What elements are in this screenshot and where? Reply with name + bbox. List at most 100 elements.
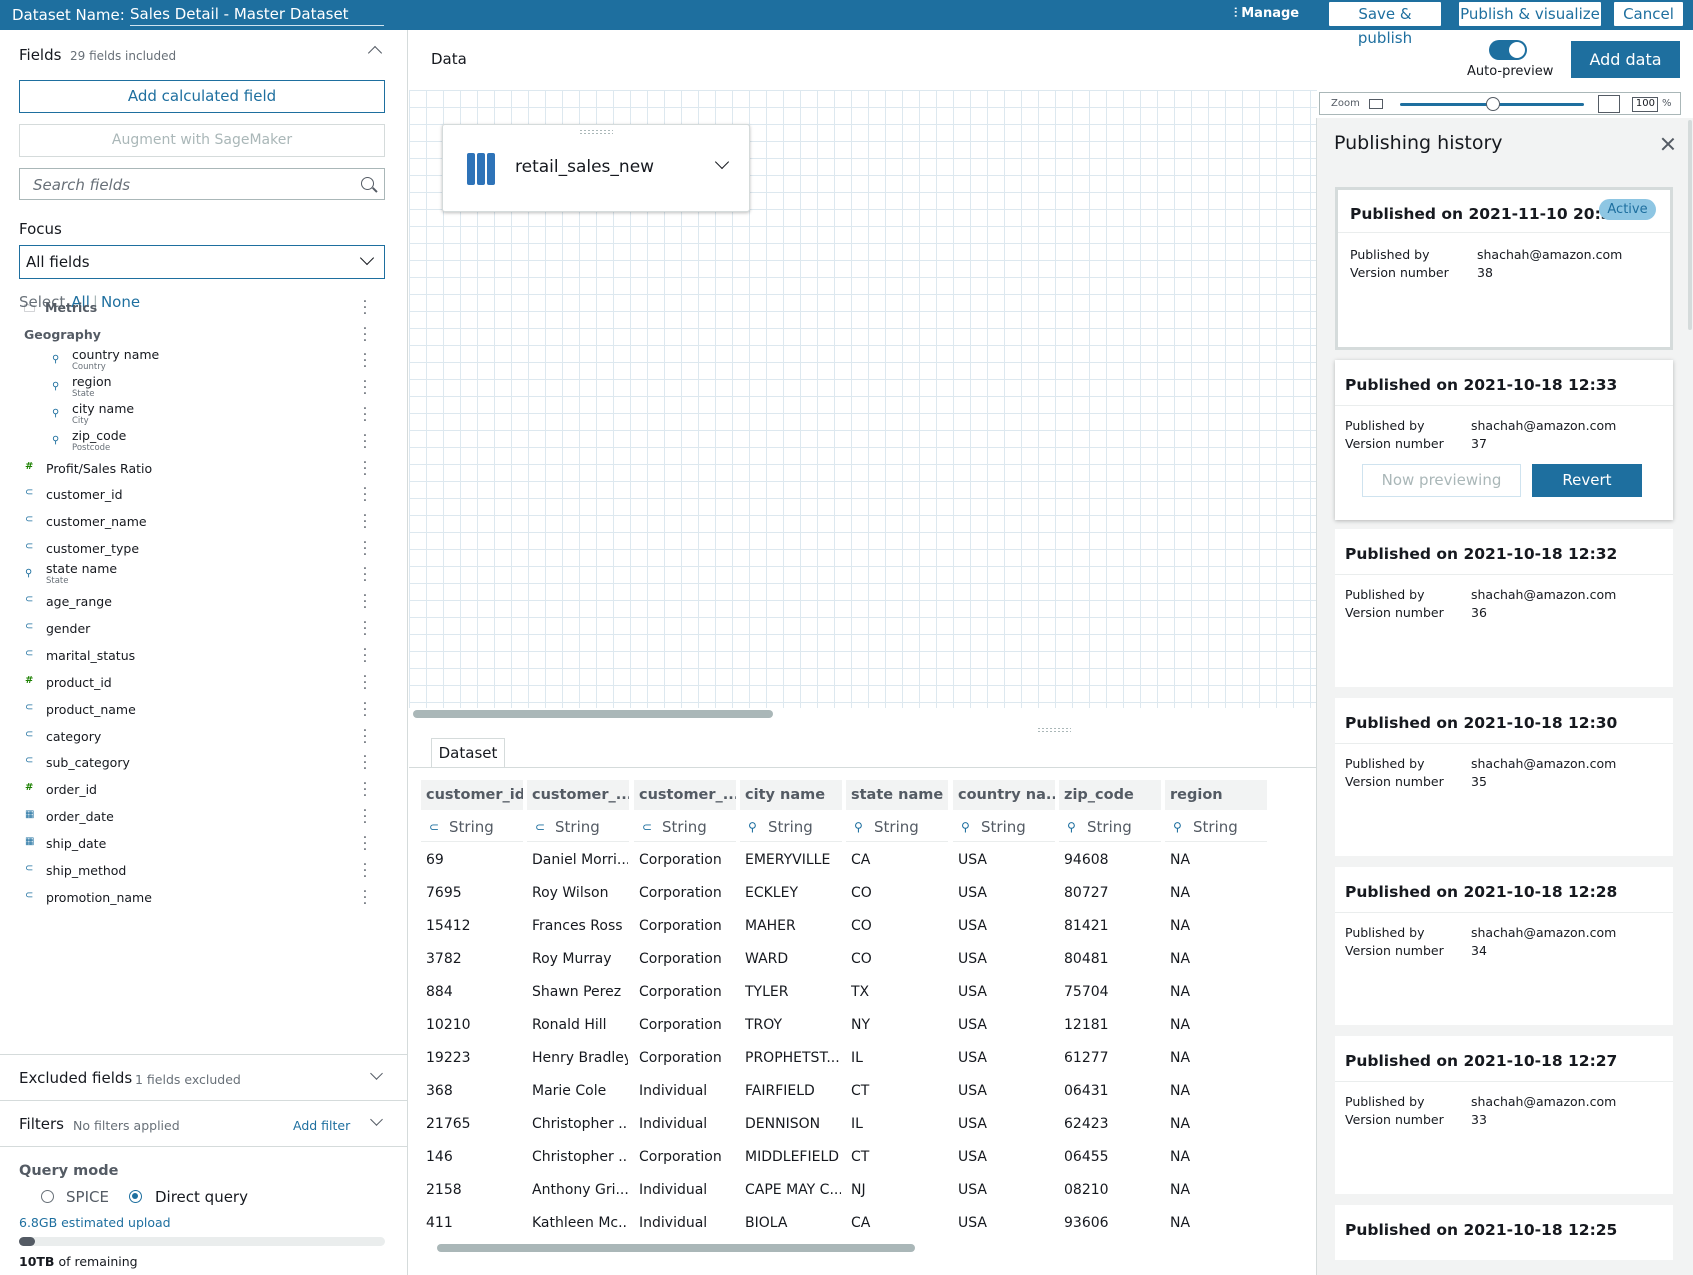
- publish-visualize-button[interactable]: Publish & visualize: [1459, 2, 1601, 26]
- history-scrollbar[interactable]: [1688, 120, 1692, 330]
- search-icon: [361, 177, 374, 190]
- column-type[interactable]: ⊂ String: [634, 812, 736, 842]
- chevron-down-icon[interactable]: [370, 1067, 383, 1080]
- field-item[interactable]: ⊂ age_range · · ·: [0, 589, 400, 615]
- more-options-icon[interactable]: · · ·: [362, 295, 368, 321]
- field-item[interactable]: # Profit/Sales Ratio · · ·: [0, 456, 400, 482]
- more-options-icon[interactable]: · · ·: [362, 858, 368, 884]
- field-item[interactable]: ⚲ region State · · ·: [0, 374, 400, 401]
- more-options-icon[interactable]: · · ·: [362, 616, 368, 642]
- more-options-icon[interactable]: · · ·: [362, 804, 368, 830]
- field-item[interactable]: Geography · · ·: [0, 322, 400, 348]
- field-item[interactable]: ▦ ship_date · · ·: [0, 831, 400, 857]
- field-item[interactable]: ⊂ sub_category · · ·: [0, 750, 400, 776]
- history-card[interactable]: Published on 2021-10-18 12:28 Published b…: [1335, 867, 1673, 1025]
- chevron-down-icon[interactable]: [714, 154, 730, 170]
- zoom-slider-handle[interactable]: [1486, 97, 1500, 111]
- column-type[interactable]: ⊂ String: [421, 812, 523, 842]
- field-item[interactable]: ⊂ ship_method · · ·: [0, 858, 400, 884]
- add-data-button[interactable]: Add data: [1571, 41, 1680, 78]
- dataset-node[interactable]: retail_sales_new: [442, 124, 750, 212]
- column-header[interactable]: region: [1165, 780, 1267, 810]
- column-header[interactable]: country na...: [953, 780, 1055, 810]
- drag-handle-icon[interactable]: [579, 129, 613, 135]
- column-header[interactable]: zip_code: [1059, 780, 1161, 810]
- field-item[interactable]: ⊂ marital_status · · ·: [0, 643, 400, 669]
- more-options-icon[interactable]: · · ·: [362, 536, 368, 562]
- field-item[interactable]: ⊂ gender · · ·: [0, 616, 400, 642]
- panel-resize-handle[interactable]: [1037, 727, 1071, 733]
- save-publish-button[interactable]: Save & publish: [1329, 2, 1441, 47]
- string-tag-icon: ⊂: [25, 863, 34, 874]
- revert-button[interactable]: Revert: [1532, 464, 1642, 497]
- field-item[interactable]: ⊂ customer_id · · ·: [0, 482, 400, 508]
- chevron-down-icon[interactable]: [370, 1113, 383, 1126]
- column-header[interactable]: state name: [846, 780, 948, 810]
- add-calculated-field-button[interactable]: Add calculated field: [19, 80, 385, 113]
- field-item[interactable]: 🗀 Metrics · · ·: [0, 295, 400, 321]
- column-header[interactable]: customer_id: [421, 780, 523, 810]
- direct-query-radio[interactable]: [129, 1190, 142, 1203]
- field-item[interactable]: ⊂ customer_type · · ·: [0, 536, 400, 562]
- field-item[interactable]: ▦ order_date · · ·: [0, 804, 400, 830]
- history-card[interactable]: Published on 2021-10-18 12:25: [1335, 1205, 1673, 1260]
- history-card[interactable]: Published on 2021-10-18 12:27 Published b…: [1335, 1036, 1673, 1194]
- canvas-scrollbar[interactable]: [413, 710, 773, 718]
- search-fields-input[interactable]: Search fields: [19, 168, 385, 200]
- field-item[interactable]: ⚲ country name Country · · ·: [0, 347, 400, 374]
- field-item[interactable]: # order_id · · ·: [0, 777, 400, 803]
- cancel-button[interactable]: Cancel: [1614, 2, 1683, 26]
- history-card[interactable]: Published on 2021-10-18 12:32 Published b…: [1335, 529, 1673, 687]
- more-options-icon[interactable]: · · ·: [362, 724, 368, 750]
- column-type[interactable]: ⊂ String: [527, 812, 629, 842]
- column-header[interactable]: customer_...: [634, 780, 736, 810]
- column-type[interactable]: ⚲ String: [953, 812, 1055, 842]
- more-options-icon[interactable]: · · ·: [362, 697, 368, 723]
- dataset-name-input[interactable]: Sales Detail - Master Dataset: [130, 5, 384, 26]
- more-options-icon[interactable]: · · ·: [362, 402, 368, 428]
- field-item[interactable]: ⊂ product_name · · ·: [0, 697, 400, 723]
- column-header[interactable]: customer_...: [527, 780, 629, 810]
- field-item[interactable]: ⚲ state name State · · ·: [0, 561, 400, 588]
- more-options-icon[interactable]: · · ·: [362, 348, 368, 374]
- column-header[interactable]: city name: [740, 780, 842, 810]
- focus-select[interactable]: All fields: [19, 245, 385, 279]
- more-options-icon[interactable]: · · ·: [362, 456, 368, 482]
- more-options-icon[interactable]: · · ·: [362, 322, 368, 348]
- field-item[interactable]: ⊂ customer_name · · ·: [0, 509, 400, 535]
- collapse-fields-icon[interactable]: [367, 45, 383, 61]
- excluded-fields-section[interactable]: Excluded fields 1 fields excluded: [0, 1054, 408, 1100]
- more-options-icon[interactable]: · · ·: [362, 777, 368, 803]
- spice-radio[interactable]: [41, 1190, 54, 1203]
- column-type[interactable]: ⚲ String: [740, 812, 842, 842]
- zoom-value-input[interactable]: 100: [1632, 97, 1658, 112]
- field-item[interactable]: ⊂ category · · ·: [0, 724, 400, 750]
- more-options-icon[interactable]: · · ·: [362, 670, 368, 696]
- more-options-icon[interactable]: · · ·: [362, 885, 368, 911]
- column-type[interactable]: ⚲ String: [1059, 812, 1161, 842]
- tab-dataset[interactable]: Dataset: [431, 738, 505, 768]
- more-options-icon[interactable]: · · ·: [362, 562, 368, 588]
- zoom-out-icon[interactable]: [1369, 99, 1383, 109]
- history-card[interactable]: Published on 2021-10-18 12:30 Published b…: [1335, 698, 1673, 856]
- column-type[interactable]: ⚲ String: [846, 812, 948, 842]
- more-options-icon[interactable]: · · ·: [362, 589, 368, 615]
- more-options-icon[interactable]: · · ·: [362, 831, 368, 857]
- more-options-icon[interactable]: · · ·: [362, 750, 368, 776]
- column-type[interactable]: ⚲ String: [1165, 812, 1267, 842]
- more-options-icon[interactable]: · · ·: [362, 509, 368, 535]
- field-item[interactable]: # product_id · · ·: [0, 670, 400, 696]
- close-icon[interactable]: [1660, 136, 1676, 152]
- auto-preview-toggle[interactable]: [1489, 40, 1527, 60]
- grid-scrollbar[interactable]: [437, 1244, 915, 1252]
- more-options-icon[interactable]: · · ·: [362, 643, 368, 669]
- field-item[interactable]: ⊂ promotion_name · · ·: [0, 885, 400, 911]
- field-item[interactable]: ⚲ zip_code Postcode · · ·: [0, 428, 400, 455]
- fit-to-screen-icon[interactable]: [1598, 95, 1620, 113]
- add-filter-link[interactable]: Add filter: [293, 1118, 350, 1133]
- manage-button[interactable]: ⫶ Manage: [1234, 6, 1299, 21]
- more-options-icon[interactable]: · · ·: [362, 429, 368, 455]
- field-item[interactable]: ⚲ city name City · · ·: [0, 401, 400, 428]
- more-options-icon[interactable]: · · ·: [362, 375, 368, 401]
- more-options-icon[interactable]: · · ·: [362, 482, 368, 508]
